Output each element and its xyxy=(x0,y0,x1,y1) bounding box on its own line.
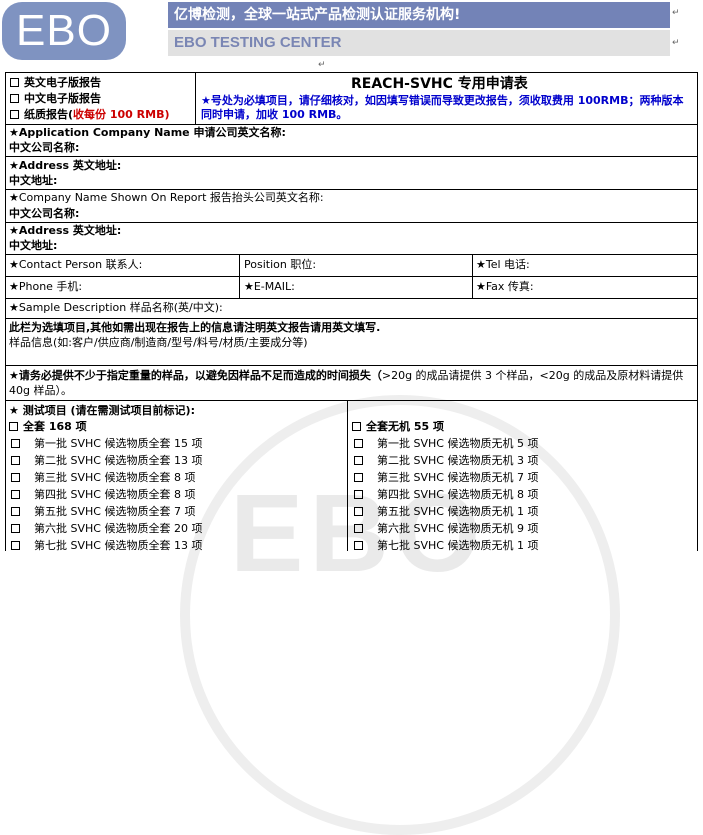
contact-person-label: ★Contact Person 联系人: xyxy=(9,258,143,271)
checkbox[interactable] xyxy=(354,541,363,550)
checkbox[interactable] xyxy=(11,490,20,499)
report-type-paper[interactable]: 纸质报告(收每份 100 RMB) xyxy=(10,108,169,122)
checkbox[interactable] xyxy=(354,439,363,448)
report-type-cn-electronic[interactable]: 中文电子版报告 xyxy=(10,92,101,106)
paragraph-mark: ↵ xyxy=(672,38,680,48)
sample-note-row: 此栏为选填项目,其他如需出现在报告上的信息请注明英文报告请用英文填写. 样品信息… xyxy=(5,319,698,366)
left-test-item[interactable]: 第四批 SVHC 候选物质全套 8 项 xyxy=(11,488,195,502)
test-items-header: ★ 测试项目 (请在需测试项目前标记): xyxy=(9,404,195,417)
applicant-address-cn-label: 中文地址: xyxy=(9,174,58,187)
left-test-item[interactable]: 第一批 SVHC 候选物质全套 15 项 xyxy=(11,437,202,451)
checkbox[interactable] xyxy=(10,110,19,119)
fax-label: ★Fax 传真: xyxy=(476,280,534,293)
applicant-address-row: ★Address 英文地址: 中文地址: xyxy=(5,157,698,190)
checkbox[interactable] xyxy=(11,541,20,550)
right-test-item[interactable]: 第一批 SVHC 候选物质无机 5 项 xyxy=(354,437,538,451)
report-company-row: ★Company Name Shown On Report 报告抬头公司英文名称… xyxy=(5,190,698,223)
paragraph-mark: ↵ xyxy=(672,8,680,18)
sample-warning: ★请务必提供不少于指定重量的样品，以避免因样品不足而造成的时间损失（>20g 的… xyxy=(9,369,684,397)
checkbox[interactable] xyxy=(354,456,363,465)
applicant-address-en-label: ★Address 英文地址: xyxy=(9,159,122,172)
cell-divider xyxy=(239,277,240,298)
checkbox[interactable] xyxy=(11,507,20,516)
checkbox[interactable] xyxy=(10,78,19,87)
checkbox[interactable] xyxy=(11,456,20,465)
cell-divider xyxy=(239,255,240,276)
sample-note: 样品信息(如:客户/供应商/制造商/型号/料号/材质/主要成分等) xyxy=(9,336,308,349)
right-test-item[interactable]: 第六批 SVHC 候选物质无机 9 项 xyxy=(354,522,538,536)
report-company-cn-label: 中文公司名称: xyxy=(9,207,80,220)
checkbox[interactable] xyxy=(354,524,363,533)
form-title: REACH-SVHC 专用申请表 xyxy=(351,76,528,92)
applicant-company-en-label: ★Application Company Name 申请公司英文名称: xyxy=(9,126,286,139)
checkbox[interactable] xyxy=(354,507,363,516)
right-all-option[interactable]: 全套无机 55 项 xyxy=(352,420,444,434)
checkbox[interactable] xyxy=(9,422,18,431)
tel-label: ★Tel 电话: xyxy=(476,258,530,271)
cell-divider xyxy=(347,401,348,551)
ebo-logo: EBO xyxy=(2,2,126,60)
cell-divider xyxy=(472,277,473,298)
checkbox[interactable] xyxy=(11,524,20,533)
report-address-cn-label: 中文地址: xyxy=(9,239,58,252)
sample-description-label: ★Sample Description 样品名称(英/中文): xyxy=(9,301,223,314)
right-test-item[interactable]: 第四批 SVHC 候选物质无机 8 项 xyxy=(354,488,538,502)
left-all-option[interactable]: 全套 168 项 xyxy=(9,420,87,434)
applicant-company-row: ★Application Company Name 申请公司英文名称: 中文公司… xyxy=(5,125,698,157)
checkbox[interactable] xyxy=(354,490,363,499)
slogan-banner: 亿博检测，全球一站式产品检测认证服务机构! xyxy=(168,2,670,28)
checkbox[interactable] xyxy=(11,439,20,448)
checkbox[interactable] xyxy=(354,473,363,482)
paragraph-mark: ↵ xyxy=(318,60,326,70)
report-address-row: ★Address 英文地址: 中文地址: xyxy=(5,223,698,255)
center-name-banner: EBO TESTING CENTER xyxy=(168,30,670,56)
report-address-en-label: ★Address 英文地址: xyxy=(9,224,122,237)
sample-description-row: ★Sample Description 样品名称(英/中文): xyxy=(5,299,698,319)
right-test-item[interactable]: 第二批 SVHC 候选物质无机 3 项 xyxy=(354,454,538,468)
right-test-item[interactable]: 第五批 SVHC 候选物质无机 1 项 xyxy=(354,505,538,519)
left-test-item[interactable]: 第二批 SVHC 候选物质全套 13 项 xyxy=(11,454,202,468)
contact-row-2: ★Phone 手机: ★E-MAIL: ★Fax 传真: xyxy=(5,277,698,299)
cell-divider xyxy=(472,255,473,276)
applicant-company-cn-label: 中文公司名称: xyxy=(9,141,80,154)
contact-row: ★Contact Person 联系人: Position 职位: ★Tel 电… xyxy=(5,255,698,277)
left-test-item[interactable]: 第六批 SVHC 候选物质全套 20 项 xyxy=(11,522,202,536)
checkbox[interactable] xyxy=(352,422,361,431)
checkbox[interactable] xyxy=(11,473,20,482)
right-test-item[interactable]: 第三批 SVHC 候选物质无机 7 项 xyxy=(354,471,538,485)
test-items-section: ★ 测试项目 (请在需测试项目前标记): 全套 168 项 全套无机 55 项 … xyxy=(5,401,698,552)
cell-divider xyxy=(195,73,196,124)
left-test-item[interactable]: 第五批 SVHC 候选物质全套 7 项 xyxy=(11,505,195,519)
position-label: Position 职位: xyxy=(244,258,317,271)
left-test-item[interactable]: 第三批 SVHC 候选物质全套 8 项 xyxy=(11,471,195,485)
sample-warning-row: ★请务必提供不少于指定重量的样品，以避免因样品不足而造成的时间损失（>20g 的… xyxy=(5,366,698,401)
phone-label: ★Phone 手机: xyxy=(9,280,83,293)
report-company-en-label: ★Company Name Shown On Report 报告抬头公司英文名称… xyxy=(9,191,324,204)
sample-note-bold: 此栏为选填项目,其他如需出现在报告上的信息请注明英文报告请用英文填写. xyxy=(9,321,381,334)
checkbox[interactable] xyxy=(10,94,19,103)
report-type-row: 英文电子版报告 中文电子版报告 纸质报告(收每份 100 RMB) REACH-… xyxy=(5,73,698,125)
form-notice: ★号处为必填项目，请仔细核对，如因填写错误而导致更改报告，须收取费用 100RM… xyxy=(201,94,684,121)
report-type-en-electronic[interactable]: 英文电子版报告 xyxy=(10,76,101,90)
email-label: ★E-MAIL: xyxy=(244,280,295,293)
